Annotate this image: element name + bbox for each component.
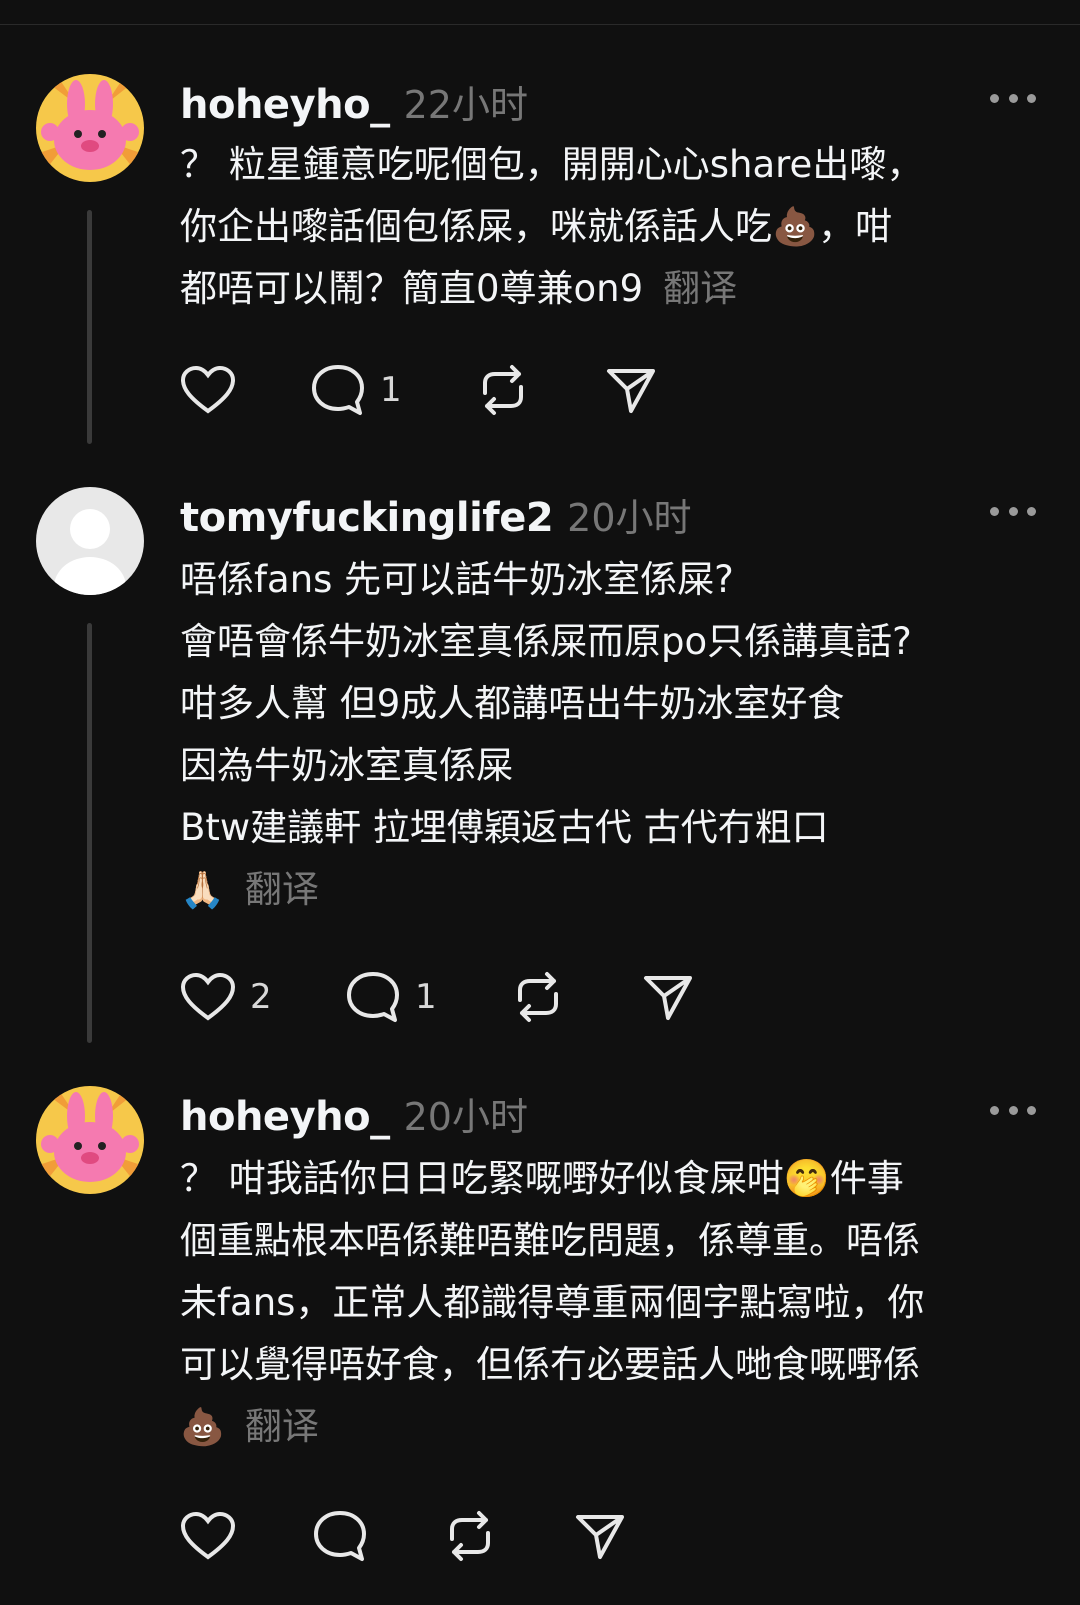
more-options-icon[interactable] [990, 1106, 1036, 1116]
like-button[interactable]: 2 [180, 972, 345, 1022]
text-line: 🙏🏻 翻译 [180, 868, 319, 911]
text-line: ？ 粒星鍾意吃呢個包，開開心心share出嚟， [180, 143, 924, 186]
repost-button[interactable] [475, 363, 605, 417]
comment-icon [312, 365, 364, 415]
share-button[interactable] [574, 1511, 626, 1561]
text-line: 可以覺得唔好食，但係冇必要話人哋食嘅嘢係 [180, 1343, 920, 1386]
translate-link[interactable]: 翻译 [245, 1405, 319, 1448]
avatar[interactable] [36, 487, 144, 595]
reply-count: 1 [415, 977, 437, 1017]
post-text: ？ 粒星鍾意吃呢個包，開開心心share出嚟， 你企出嚟話個包係屎，咪就係話人吃… [180, 134, 1040, 320]
like-button[interactable] [180, 1511, 312, 1561]
post-header: hoheyho_ 20小时 [180, 1086, 528, 1140]
like-button[interactable] [180, 365, 310, 415]
repost-icon [518, 972, 558, 1022]
repost-icon [483, 365, 523, 415]
repost-icon [450, 1511, 490, 1561]
timestamp: 20小时 [403, 1095, 528, 1139]
username[interactable]: hoheyho_ [180, 82, 390, 128]
post-header: hoheyho_ 22小时 [180, 74, 528, 128]
avatar[interactable] [36, 74, 144, 182]
text-line: 因為牛奶冰室真係屎 [180, 744, 513, 787]
text-line: 咁多人幫 但9成人都講唔出牛奶冰室好食 [180, 682, 845, 725]
username[interactable]: tomyfuckinglife2 [180, 495, 554, 541]
share-button[interactable] [605, 365, 657, 415]
post-text: 唔係fans 先可以話牛奶冰室係屎? 會唔會係牛奶冰室真係屎而原po只係講真話?… [180, 549, 1040, 922]
avatar[interactable] [36, 1086, 144, 1194]
repost-button[interactable] [442, 1509, 574, 1563]
send-icon [644, 976, 692, 1020]
reply-button[interactable] [312, 1509, 442, 1563]
top-divider [0, 24, 1080, 25]
text-line: Btw建議軒 拉埋傅穎返古代 古代冇粗口 [180, 806, 829, 849]
heart-icon [180, 1511, 236, 1560]
text-line: 唔係fans 先可以話牛奶冰室係屎? [180, 558, 734, 601]
heart-icon [180, 972, 236, 1021]
timestamp: 22小时 [403, 83, 528, 127]
action-bar [180, 1506, 626, 1566]
more-options-icon[interactable] [990, 507, 1036, 517]
share-button[interactable] [642, 972, 694, 1022]
send-icon [576, 1515, 624, 1559]
post-header: tomyfuckinglife2 20小时 [180, 487, 692, 541]
translate-link[interactable]: 翻译 [663, 267, 737, 310]
action-bar: 1 [180, 360, 657, 420]
default-avatar-icon [36, 487, 144, 595]
text-line: 💩 翻译 [180, 1405, 319, 1448]
text-line: 你企出嚟話個包係屎，咪就係話人吃💩，咁 [180, 205, 893, 248]
text-line: 都唔可以鬧？簡直0尊兼on9 翻译 [180, 267, 738, 310]
username[interactable]: hoheyho_ [180, 1094, 390, 1140]
comment-icon [347, 972, 399, 1022]
thread-line [87, 210, 92, 444]
timestamp: 20小时 [567, 496, 692, 540]
action-bar: 2 1 [180, 967, 694, 1027]
translate-link[interactable]: 翻译 [245, 868, 319, 911]
repost-button[interactable] [510, 970, 642, 1024]
post-text: ？ 咁我話你日日吃緊嘅嘢好似食屎咁🤭件事 個重點根本唔係難唔難吃問題，係尊重。唔… [180, 1148, 1040, 1459]
like-count: 2 [250, 977, 272, 1017]
reply-button[interactable]: 1 [345, 970, 510, 1024]
text-line: 個重點根本唔係難唔難吃問題，係尊重。唔係 [180, 1219, 920, 1262]
comment-icon [314, 1511, 366, 1561]
bunny-avatar-icon [36, 1086, 144, 1194]
bunny-avatar-icon [36, 74, 144, 182]
reply-button[interactable]: 1 [310, 363, 475, 417]
heart-icon [180, 365, 236, 414]
text-line: 會唔會係牛奶冰室真係屎而原po只係講真話? [180, 620, 912, 663]
text-line: ？ 咁我話你日日吃緊嘅嘢好似食屎咁🤭件事 [180, 1157, 904, 1200]
text-line: 未fans，正常人都識得尊重兩個字點寫啦，你 [180, 1281, 925, 1324]
reply-count: 1 [380, 370, 402, 410]
more-options-icon[interactable] [990, 94, 1036, 104]
thread-line [87, 623, 92, 1043]
send-icon [607, 369, 655, 413]
